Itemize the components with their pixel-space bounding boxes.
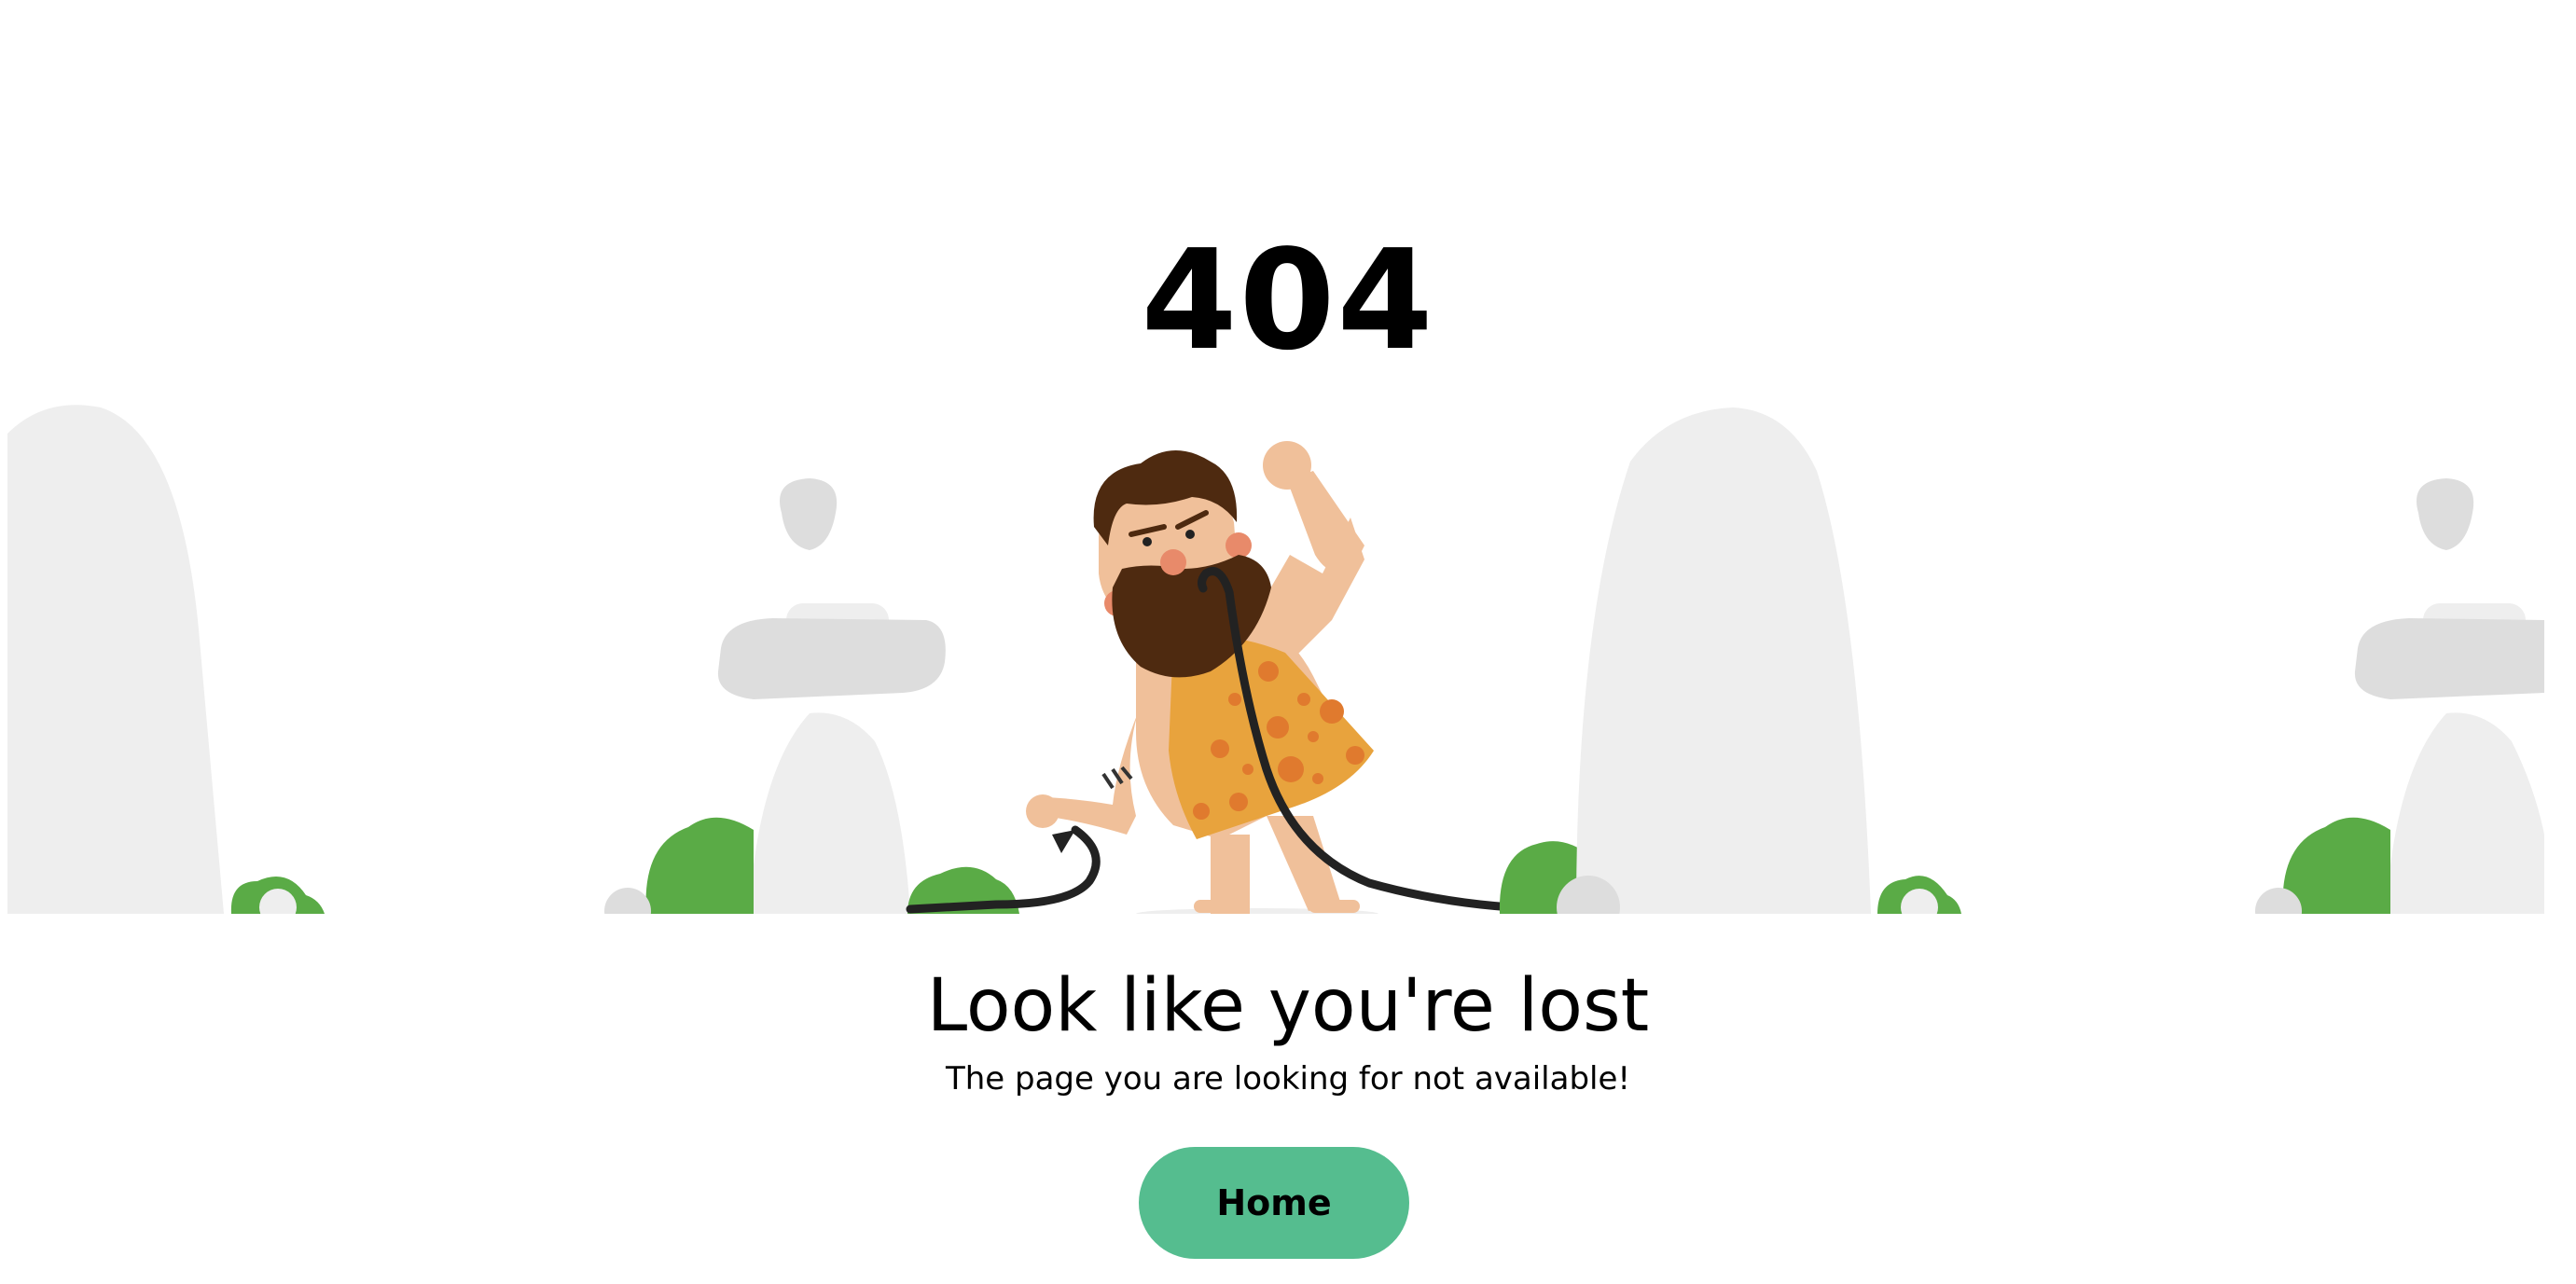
page-subtext: The page you are looking for not availab… bbox=[945, 1060, 1631, 1098]
bush-right-small bbox=[1877, 876, 1961, 914]
bush-left-mid bbox=[604, 817, 754, 914]
page-headline: Look like you're lost bbox=[926, 964, 1650, 1048]
error-code: 404 bbox=[1141, 220, 1435, 380]
home-button[interactable]: Home bbox=[1139, 1147, 1409, 1259]
rock-right-tall bbox=[1557, 407, 1871, 914]
bush-left-small bbox=[230, 877, 325, 914]
caveman-illustration bbox=[7, 396, 2544, 914]
caveman-figure bbox=[906, 441, 1572, 914]
rock-left-tall bbox=[7, 405, 224, 914]
bush-right-edge bbox=[2255, 817, 2390, 914]
error-page: 404 Look like you're lost The page you a… bbox=[0, 0, 2576, 1284]
